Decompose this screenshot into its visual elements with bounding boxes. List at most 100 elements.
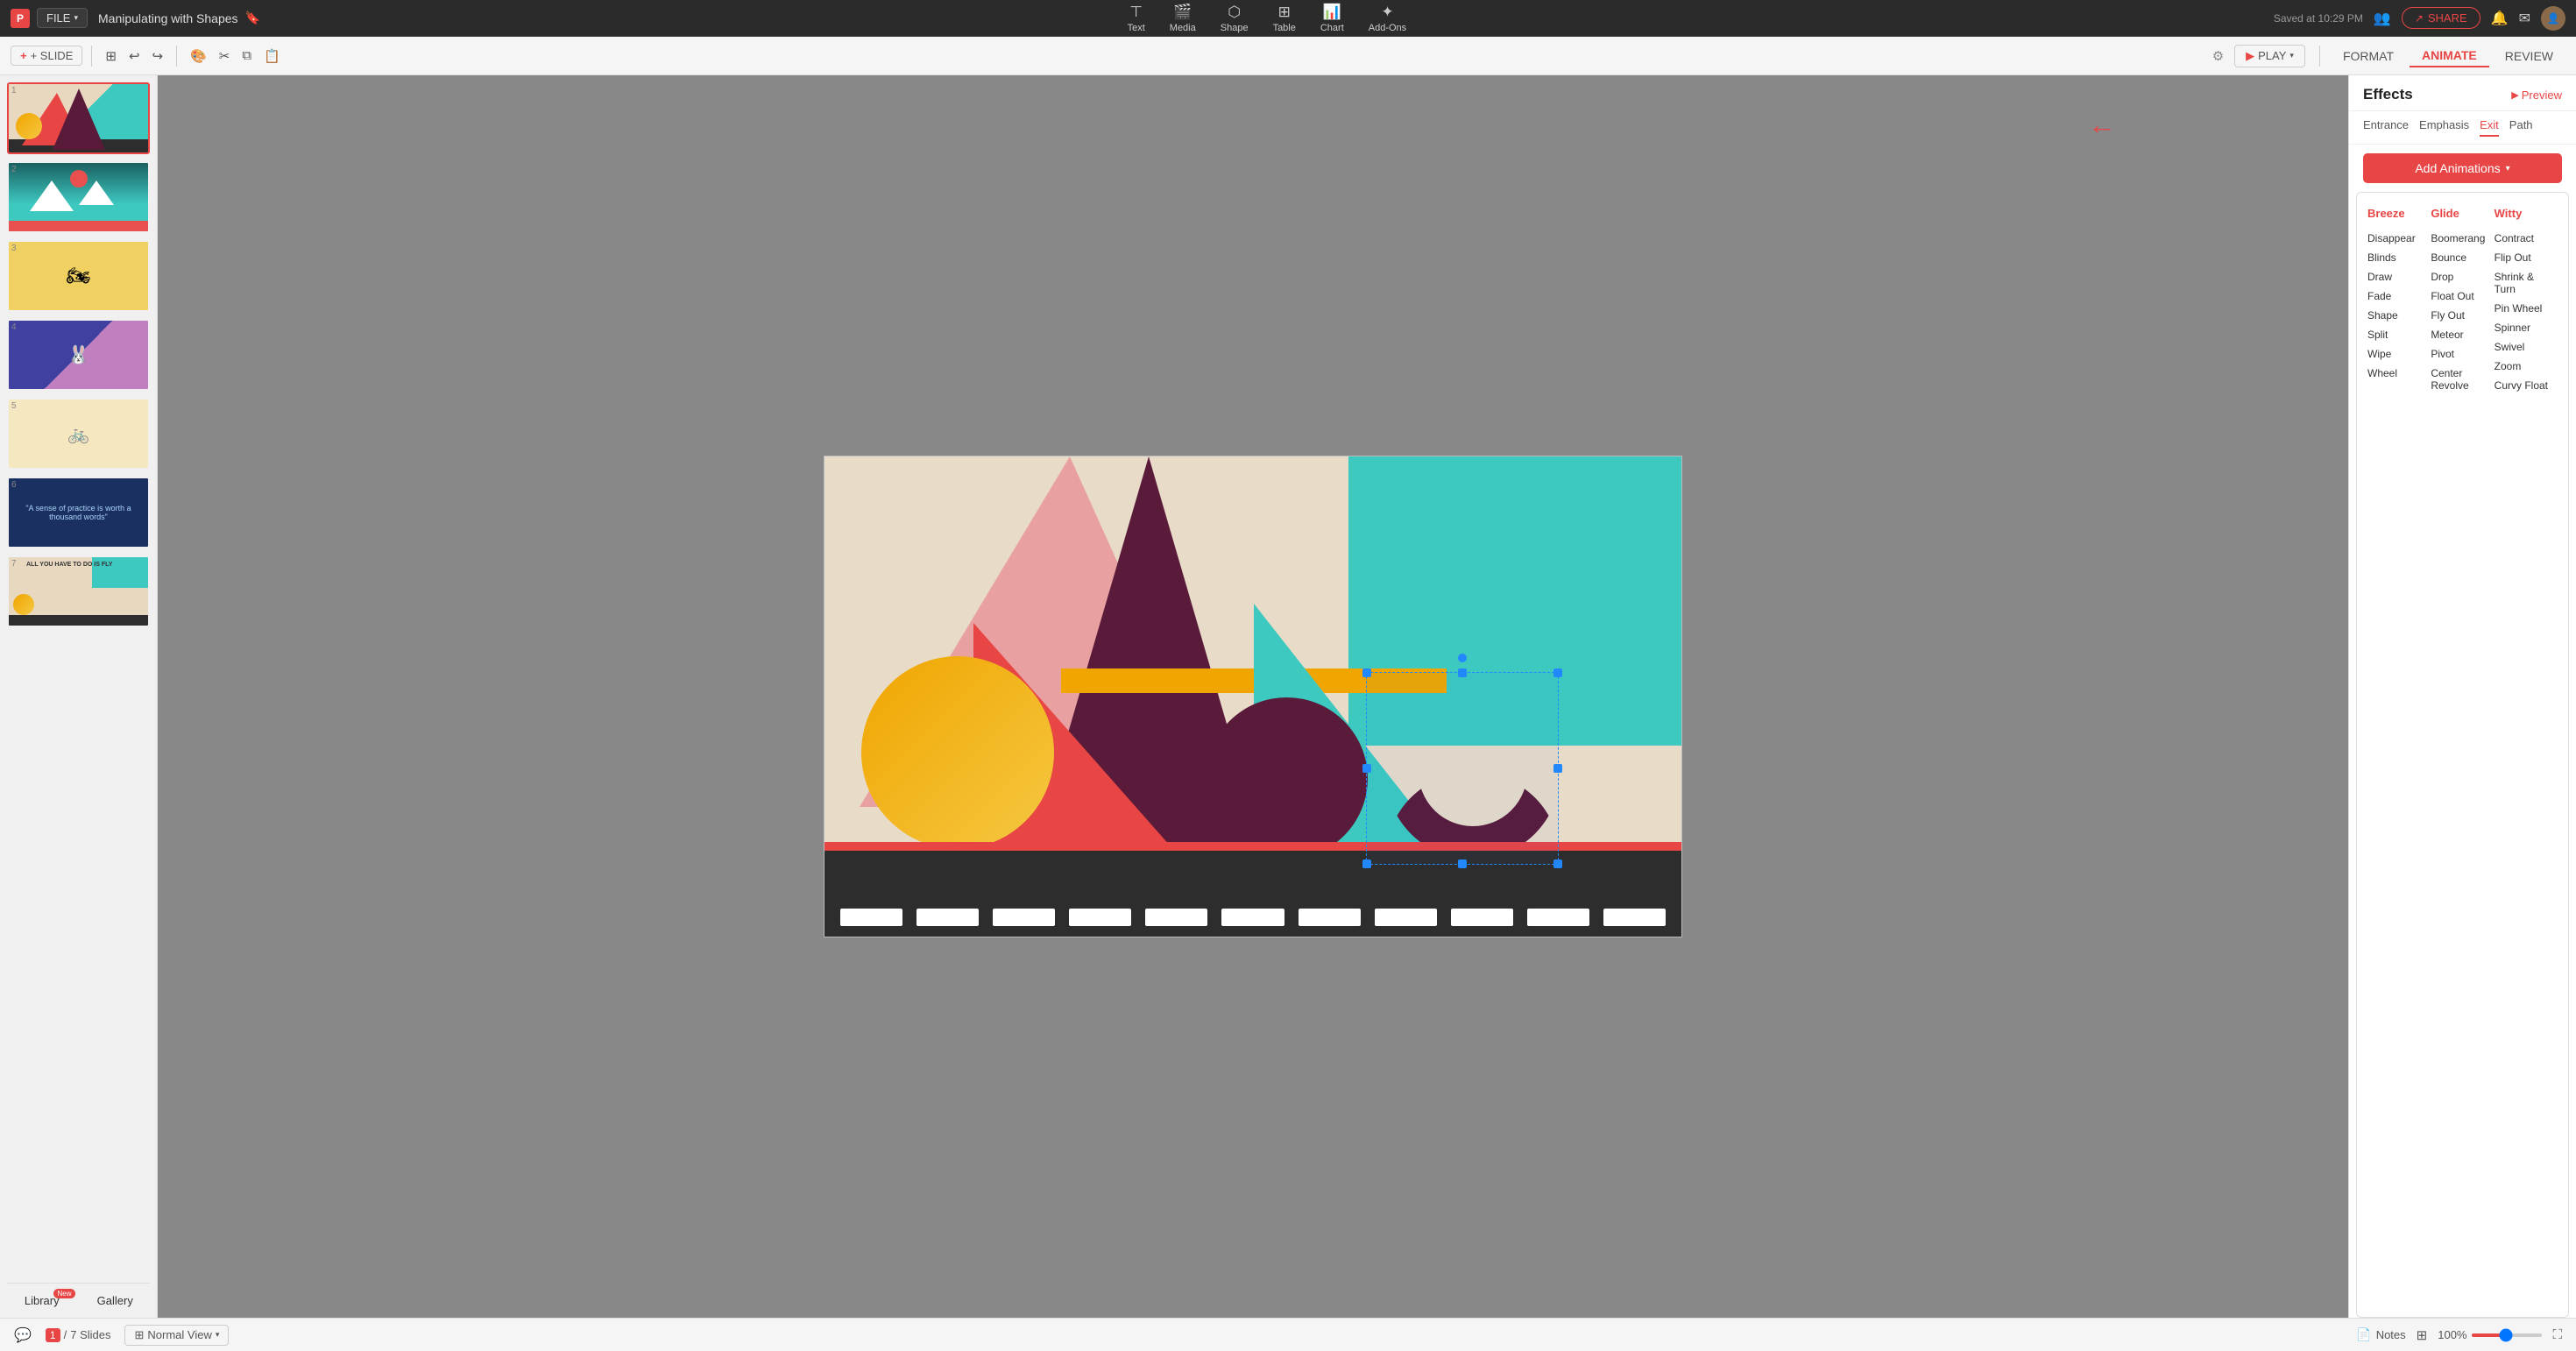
addons-icon: ✦ (1381, 4, 1393, 21)
canvas-wrap[interactable] (158, 75, 2348, 1318)
dark-circle (1206, 697, 1368, 859)
preview-link[interactable]: ▶ Preview (2511, 88, 2562, 102)
toolbar-table[interactable]: ⊞ Table (1273, 4, 1296, 33)
toolbar-media[interactable]: 🎬 Media (1170, 4, 1196, 33)
anim-pivot[interactable]: Pivot (2431, 344, 2494, 364)
anim-curvy-float[interactable]: Curvy Float (2495, 376, 2558, 395)
slide-thumb-2[interactable]: 2 (7, 161, 150, 233)
slide-thumb-1[interactable]: 1 (7, 82, 150, 154)
play-button[interactable]: ▶ PLAY ▾ (2234, 45, 2305, 67)
redo-icon[interactable]: ↪ (148, 46, 168, 67)
media-icon: 🎬 (1173, 4, 1192, 21)
slide-thumb-4[interactable]: 4 🐰 (7, 319, 150, 391)
selection-handle-tm[interactable] (1458, 668, 1467, 677)
gallery-button[interactable]: Gallery (81, 1291, 151, 1311)
tab-emphasis[interactable]: Emphasis (2419, 118, 2469, 137)
anim-blinds[interactable]: Blinds (2367, 248, 2431, 267)
add-animations-button[interactable]: Add Animations ▾ (2363, 153, 2562, 183)
table-icon: ⊞ (1278, 4, 1291, 21)
anim-pin-wheel[interactable]: Pin Wheel (2495, 299, 2558, 318)
anim-shrink-turn[interactable]: Shrink & Turn (2495, 267, 2558, 299)
anim-wheel[interactable]: Wheel (2367, 364, 2431, 383)
slide-thumb-7[interactable]: 7 ALL YOU HAVE TO DO IS FLY (7, 555, 150, 627)
add-anim-caret-icon: ▾ (2506, 164, 2510, 173)
anim-draw[interactable]: Draw (2367, 267, 2431, 286)
selection-handle-bl[interactable] (1362, 859, 1371, 868)
new-badge: New (53, 1289, 74, 1298)
panel-footer: Library New Gallery (7, 1283, 150, 1311)
zoom-slider[interactable] (2472, 1333, 2542, 1337)
slide-thumb-3[interactable]: 3 🏍 (7, 240, 150, 312)
normal-view-button[interactable]: ⊞ Normal View ▾ (124, 1325, 229, 1346)
tab-exit[interactable]: Exit (2480, 118, 2499, 137)
collab-icon[interactable]: 👥 (2374, 10, 2391, 27)
rotate-handle[interactable] (1458, 654, 1467, 662)
chat-icon[interactable]: 💬 (14, 1326, 32, 1344)
selection-handle-ml[interactable] (1362, 764, 1371, 773)
grid-view-icon[interactable]: ⊞ (101, 46, 121, 67)
selection-handle-bm[interactable] (1458, 859, 1467, 868)
chevron-right-icon: ▶ (2511, 89, 2518, 101)
anim-flip-out[interactable]: Flip Out (2495, 248, 2558, 267)
anim-boomerang[interactable]: Boomerang (2431, 229, 2494, 248)
anim-contract[interactable]: Contract (2495, 229, 2558, 248)
toolbar-chart[interactable]: 📊 Chart (1320, 4, 1344, 33)
current-slide-badge: 1 (46, 1328, 60, 1342)
plus-icon: + (20, 49, 27, 62)
anim-disappear[interactable]: Disappear (2367, 229, 2431, 248)
anim-wipe[interactable]: Wipe (2367, 344, 2431, 364)
anim-center-revolve[interactable]: Center Revolve (2431, 364, 2494, 395)
selection-handle-mr[interactable] (1553, 764, 1562, 773)
toolbar-text[interactable]: ⊤ Text (1128, 4, 1145, 33)
avatar[interactable]: 👤 (2541, 6, 2565, 31)
tab-format[interactable]: FORMAT (2331, 46, 2406, 67)
anim-float-out[interactable]: Float Out (2431, 286, 2494, 306)
anim-drop[interactable]: Drop (2431, 267, 2494, 286)
anim-split[interactable]: Split (2367, 325, 2431, 344)
fullscreen-icon[interactable]: ⛶ (2552, 1327, 2562, 1342)
toolbar2: + + SLIDE ⊞ ↩ ↪ 🎨 ✂ ⧉ 📋 ⚙ ▶ PLAY ▾ FORMA… (0, 37, 2576, 75)
anim-meteor[interactable]: Meteor (2431, 325, 2494, 344)
slide-panel: 1 2 3 🏍 4 (0, 75, 158, 1318)
paint-icon[interactable]: 🎨 (186, 46, 211, 67)
glide-header: Glide (2431, 207, 2494, 220)
toolbar-shape[interactable]: ⬡ Shape (1221, 4, 1249, 33)
add-slide-button[interactable]: + + SLIDE (11, 46, 82, 66)
anim-spinner[interactable]: Spinner (2495, 318, 2558, 337)
anim-fly-out[interactable]: Fly Out (2431, 306, 2494, 325)
selection-handle-tr[interactable] (1553, 668, 1562, 677)
paste-icon[interactable]: 📋 (259, 46, 285, 67)
scissors-icon[interactable]: ✂ (215, 46, 235, 67)
file-button[interactable]: FILE ▾ (37, 8, 88, 28)
library-button[interactable]: Library New (7, 1291, 77, 1311)
slide-total: / (64, 1328, 67, 1341)
tab-review[interactable]: REVIEW (2493, 46, 2565, 67)
selection-box[interactable] (1366, 672, 1559, 865)
copy-icon[interactable]: ⧉ (237, 46, 256, 66)
notes-button[interactable]: 📄 Notes (2356, 1327, 2405, 1342)
message-icon[interactable]: ✉ (2519, 10, 2530, 27)
anim-fade[interactable]: Fade (2367, 286, 2431, 306)
undo-icon[interactable]: ↩ (124, 46, 145, 67)
share-button[interactable]: ↗ SHARE (2402, 7, 2480, 29)
grid-icon[interactable]: ⊞ (2417, 1327, 2428, 1343)
gear-icon[interactable]: ⚙ (2212, 48, 2224, 64)
tab-entrance[interactable]: Entrance (2363, 118, 2409, 137)
anim-shape[interactable]: Shape (2367, 306, 2431, 325)
anim-swivel[interactable]: Swivel (2495, 337, 2558, 357)
slide-canvas (824, 456, 1682, 937)
road-line (840, 909, 902, 926)
anim-bounce[interactable]: Bounce (2431, 248, 2494, 267)
selection-handle-br[interactable] (1553, 859, 1562, 868)
slide-num-5: 5 (11, 401, 17, 411)
tab-path[interactable]: Path (2509, 118, 2533, 137)
tab-animate[interactable]: ANIMATE (2410, 45, 2489, 67)
view-caret-icon: ▾ (216, 1330, 220, 1340)
slide-thumb-6[interactable]: 6 "A sense of practice is worth a thousa… (7, 477, 150, 548)
slide-thumb-5[interactable]: 5 🚲 (7, 398, 150, 470)
anim-zoom[interactable]: Zoom (2495, 357, 2558, 376)
toolbar-addons[interactable]: ✦ Add-Ons (1369, 4, 1406, 33)
doc-title: Manipulating with Shapes (98, 11, 238, 25)
bell-icon[interactable]: 🔔 (2491, 10, 2509, 27)
selection-handle-tl[interactable] (1362, 668, 1371, 677)
